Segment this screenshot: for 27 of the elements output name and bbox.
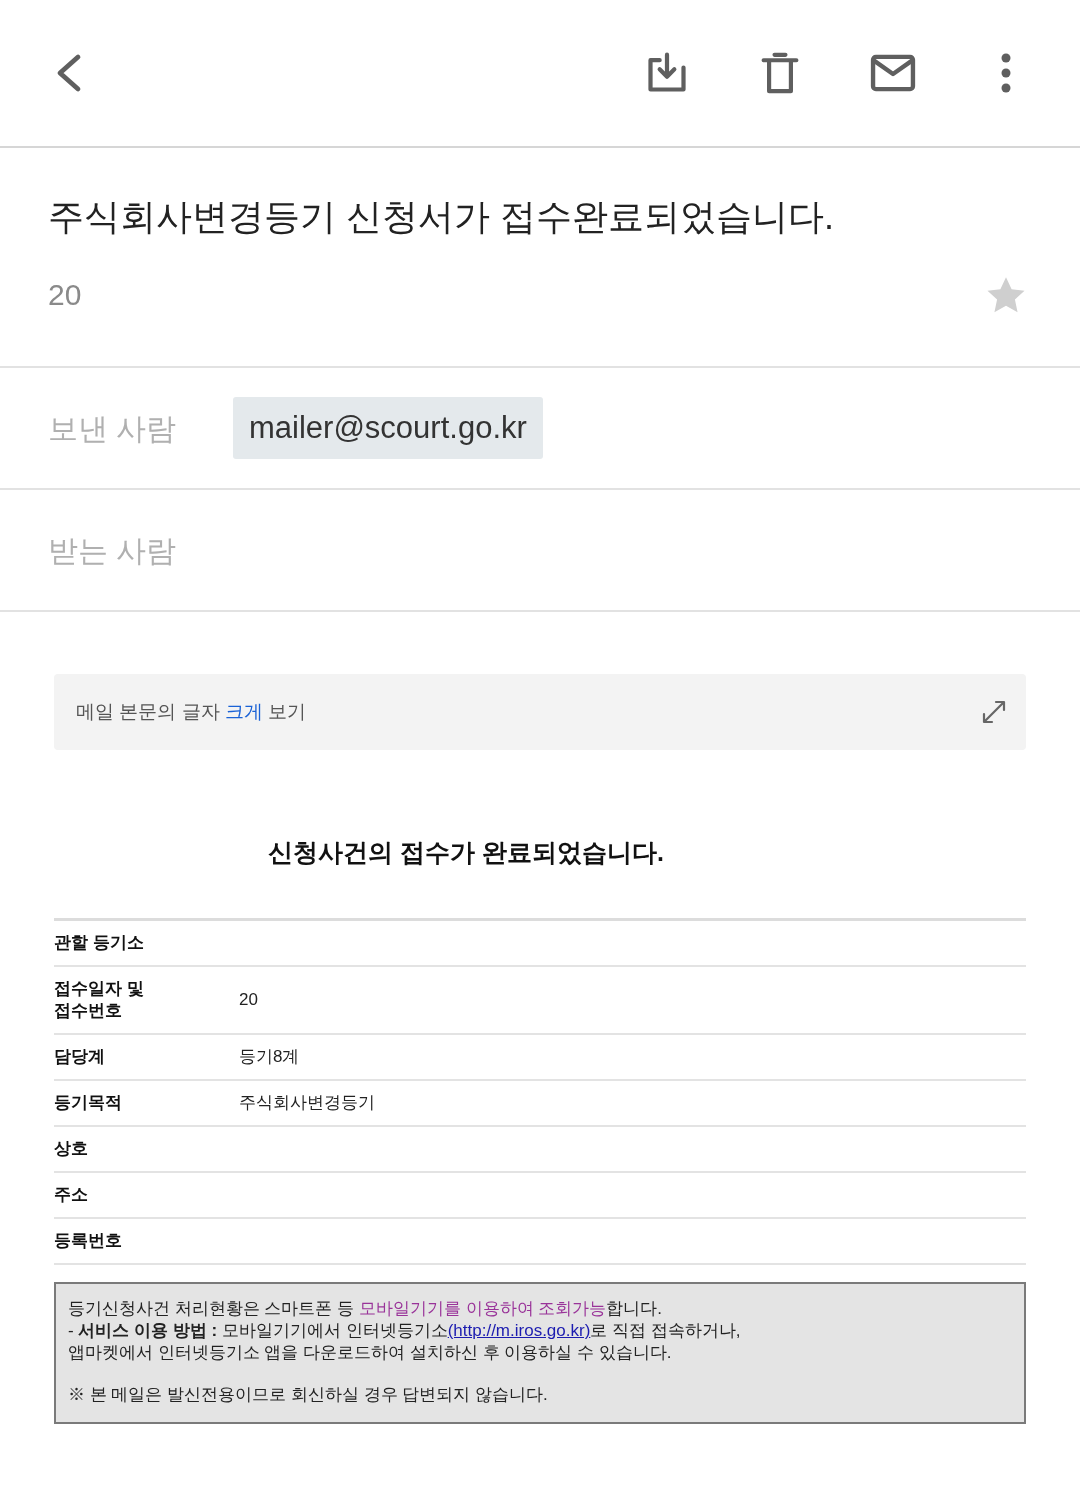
email-subject: 주식회사변경등기 신청서가 접수완료되었습니다. [48, 195, 835, 239]
more-icon[interactable] [1000, 53, 1012, 93]
notice-text: 등기신청사건 처리현황은 스마트폰 등 모바일기기를 이용하여 조회가능합니다. [68, 1298, 664, 1320]
mail-icon[interactable] [870, 54, 916, 92]
trash-icon[interactable] [760, 50, 800, 96]
notice-text: - 서비스 이용 방법 : 모바일기기에서 인터넷등기소(http://m.iros.go.kr)로 직접 접속하거나, [68, 1320, 742, 1342]
row-label: 관할 등기소 [54, 932, 144, 954]
row-value: 주식회사변경등기 [239, 1092, 375, 1114]
link[interactable]: (http://m.iros.go.kr) [447, 1321, 591, 1340]
email-date: 20 [48, 277, 82, 313]
row-label: 접수일자 및 접수번호 [54, 978, 145, 1022]
expand-icon[interactable] [982, 700, 1006, 724]
recipient-label: 받는 사람 [48, 532, 177, 569]
row-value: 20 [239, 989, 258, 1011]
body-heading: 신청사건의 접수가 완료되었습니다. [267, 837, 665, 868]
sender-address-chip[interactable]: mailer@scourt.go.kr [233, 397, 543, 459]
row-label: 등기목적 [54, 1092, 122, 1114]
enlarge-text-button[interactable]: 메일 본문의 글자 크게 보기 [54, 674, 1026, 750]
notice-text: 앱마켓에서 인터넷등기소 앱을 다운로드하여 설치하신 후 이용하실 수 있습니다. [68, 1342, 673, 1364]
notice-text: ※ 본 메일은 발신전용이므로 회신하실 경우 답변되지 않습니다. [68, 1384, 549, 1406]
row-value: 등기8계 [239, 1046, 300, 1068]
row-label: 담당계 [54, 1046, 105, 1068]
row-label: 등록번호 [54, 1230, 122, 1252]
row-label: 주소 [54, 1184, 88, 1206]
star-icon[interactable] [986, 276, 1026, 314]
sender-label: 보낸 사람 [48, 411, 177, 445]
row-label: 상호 [54, 1138, 88, 1160]
